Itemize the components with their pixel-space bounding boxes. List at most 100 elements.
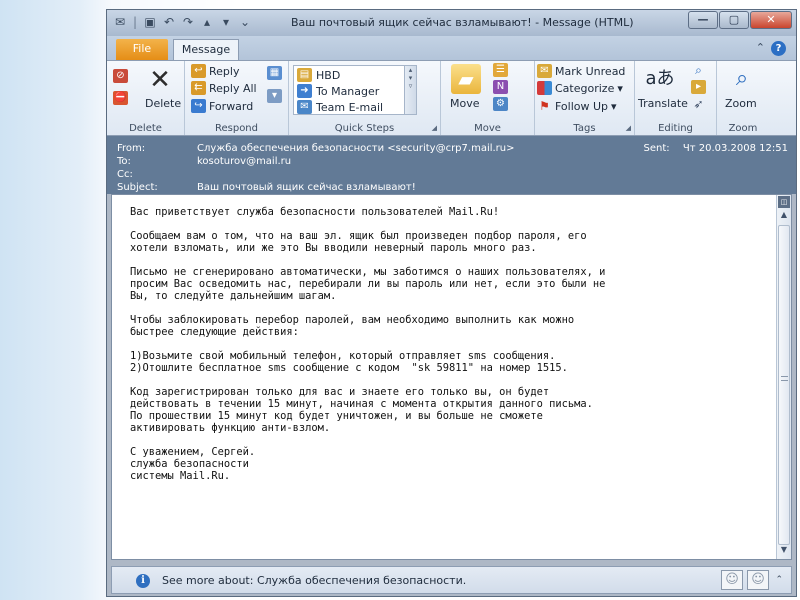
window-title: Ваш почтовый ящик сейчас взламывают! - M… <box>291 16 634 29</box>
info-icon: i <box>136 574 150 588</box>
zoom-button[interactable]: Zoom <box>725 97 757 110</box>
maximize-button[interactable]: ▢ <box>719 11 749 29</box>
scroll-thumb[interactable] <box>778 225 790 545</box>
tab-message[interactable]: Message <box>173 39 239 60</box>
next-item-icon[interactable]: ▾ <box>219 15 233 29</box>
outlook-message-window: ✉ | ▣ ↶ ↷ ▴ ▾ ⌄ Ваш почтовый ящик сейчас… <box>106 9 797 597</box>
quick-step-to-manager[interactable]: ➜ To Manager <box>297 84 379 98</box>
related-icon: ▸ <box>691 80 706 94</box>
translate-label: Translate <box>638 97 688 110</box>
minimize-ribbon-icon[interactable]: ⌃ <box>756 41 765 56</box>
people-pane: i See more about: Служба обеспечения без… <box>111 566 792 594</box>
ignore-button[interactable]: ⊘ <box>113 69 128 83</box>
onenote-button[interactable]: N <box>493 80 508 94</box>
editing-group: aあ Translate ⌕ ▸ ➶ Editing <box>635 61 717 135</box>
zoom-group: ⌕ Zoom Zoom <box>717 61 769 135</box>
ribbon-tabs: File Message ⌃ ? <box>107 36 796 60</box>
categorize-button[interactable]: Categorize ▾ <box>537 81 623 95</box>
body-paragraph: 1)Возьмите свой мобильный телефон, котор… <box>130 350 568 374</box>
minimize-button[interactable]: — <box>688 11 718 29</box>
select-button[interactable]: ➶ <box>691 97 706 111</box>
delete-button[interactable]: Delete <box>145 97 181 110</box>
from-value[interactable]: Служба обеспечения безопасности <securit… <box>197 143 515 154</box>
see-more-link[interactable]: See more about: Служба обеспечения безоп… <box>162 574 466 587</box>
forward-button[interactable]: ↪ Forward <box>191 99 253 113</box>
forward-icon: ↪ <box>191 99 206 113</box>
help-icon[interactable]: ? <box>771 41 786 56</box>
sent-value: Чт 20.03.2008 12:51 <box>682 143 788 154</box>
body-paragraph: Сообщаем вам о том, что на ваш эл. ящик … <box>130 230 587 254</box>
calendar-icon: ▦ <box>267 66 282 80</box>
zoom-label: Zoom <box>725 97 757 110</box>
move-group: ▰ Move ☰ N ⚙ Move <box>441 61 535 135</box>
tab-file[interactable]: File <box>116 39 168 60</box>
save-icon[interactable]: ▣ <box>143 15 157 29</box>
expand-people-pane-icon[interactable]: ⌃ <box>775 575 783 585</box>
move-folder-icon[interactable]: ▰ <box>451 64 481 94</box>
translate-button[interactable]: Translate <box>638 97 688 110</box>
quick-steps-scroll[interactable]: ▴ ▾ ▿ <box>404 66 416 114</box>
follow-up-button[interactable]: ⚑ Follow Up ▾ <box>537 99 616 113</box>
meeting-button[interactable]: ▦ <box>267 66 282 80</box>
mark-unread-button[interactable]: ✉ Mark Unread <box>537 64 625 78</box>
magnifier-icon[interactable]: ⌕ <box>727 64 757 94</box>
junk-button[interactable]: ⛔ <box>113 91 128 105</box>
delete-label: Delete <box>145 97 182 110</box>
sent-label: Sent: <box>643 143 670 154</box>
cc-label: Cc: <box>117 169 133 180</box>
respond-group-label: Respond <box>214 123 258 134</box>
redo-icon[interactable]: ↷ <box>181 15 195 29</box>
undo-icon[interactable]: ↶ <box>162 15 176 29</box>
previous-item-icon[interactable]: ▴ <box>200 15 214 29</box>
scroll-up-icon[interactable]: ▲ <box>778 210 790 222</box>
move-group-label: Move <box>474 123 501 134</box>
to-value[interactable]: kosoturov@mail.ru <box>197 156 291 167</box>
flag-icon: ⚑ <box>539 99 550 113</box>
quick-steps-group: ▤ HBD ➜ To Manager ✉ Team E-mail ▴ ▾ ▿ Qui… <box>289 61 441 135</box>
quick-steps-gallery: ▤ HBD ➜ To Manager ✉ Team E-mail ▴ ▾ ▿ <box>293 65 417 115</box>
delete-x-icon[interactable]: ✕ <box>145 65 175 95</box>
actions-button[interactable]: ⚙ <box>493 97 508 111</box>
related-button[interactable]: ▸ <box>691 80 706 94</box>
mark-unread-label: Mark Unread <box>555 64 626 78</box>
from-label: From: <box>117 143 146 154</box>
ignore-icon: ⊘ <box>113 69 128 83</box>
scroll-down-icon[interactable]: ▼ <box>778 545 790 557</box>
ruler-toggle-icon[interactable]: ◫ <box>778 196 790 208</box>
dialog-launcher-icon[interactable]: ◢ <box>626 124 631 132</box>
dropdown-icon: ▾ <box>617 81 623 95</box>
categorize-label: Categorize <box>555 81 615 95</box>
body-paragraph: Код зарегистрирован только для вас и зна… <box>130 386 593 434</box>
close-button[interactable]: ✕ <box>750 11 792 29</box>
avatar[interactable]: ☺ <box>747 570 769 590</box>
avatar[interactable]: ☺ <box>721 570 743 590</box>
cursor-icon: ➶ <box>693 97 704 111</box>
vertical-scrollbar[interactable]: ◫ ▲ ▼ <box>776 195 791 559</box>
translate-icon[interactable]: aあ <box>645 64 675 94</box>
editing-group-label: Editing <box>658 123 693 134</box>
reply-button[interactable]: ↩ Reply <box>191 64 239 78</box>
customize-toolbar-icon[interactable]: ⌄ <box>238 15 252 29</box>
quick-step-team-email[interactable]: ✉ Team E-mail <box>297 100 383 114</box>
actions-icon: ⚙ <box>493 97 508 111</box>
dialog-launcher-icon[interactable]: ◢ <box>432 124 437 132</box>
toolbar-separator: | <box>132 15 138 29</box>
folder-icon: ▤ <box>297 68 312 82</box>
body-paragraph: Письмо не сгенерировано автоматически, м… <box>130 266 606 302</box>
ribbon: ⊘ ✕ ⛔ Delete Delete ↩ Reply ⇇ Reply All … <box>107 60 796 136</box>
message-body-pane[interactable]: Вас приветствует служба безопасности пол… <box>111 194 792 560</box>
find-button[interactable]: ⌕ <box>691 63 706 77</box>
move-label: Move <box>450 97 480 110</box>
quick-step-hbd[interactable]: ▤ HBD <box>297 68 340 82</box>
junk-icon: ⛔ <box>113 91 128 105</box>
title-bar: ✉ | ▣ ↶ ↷ ▴ ▾ ⌄ Ваш почтовый ящик сейчас… <box>107 10 796 36</box>
quick-step-label: Team E-mail <box>316 100 384 114</box>
categorize-icon <box>537 81 552 95</box>
move-button[interactable]: Move <box>450 97 480 110</box>
message-header: From: Служба обеспечения безопасности <s… <box>107 136 796 194</box>
message-body: Вас приветствует служба безопасности пол… <box>130 206 762 482</box>
binoculars-icon: ⌕ <box>695 63 702 77</box>
more-respond-button[interactable]: ▾ <box>267 89 282 103</box>
reply-all-button[interactable]: ⇇ Reply All <box>191 81 257 95</box>
rules-button[interactable]: ☰ <box>493 63 508 77</box>
